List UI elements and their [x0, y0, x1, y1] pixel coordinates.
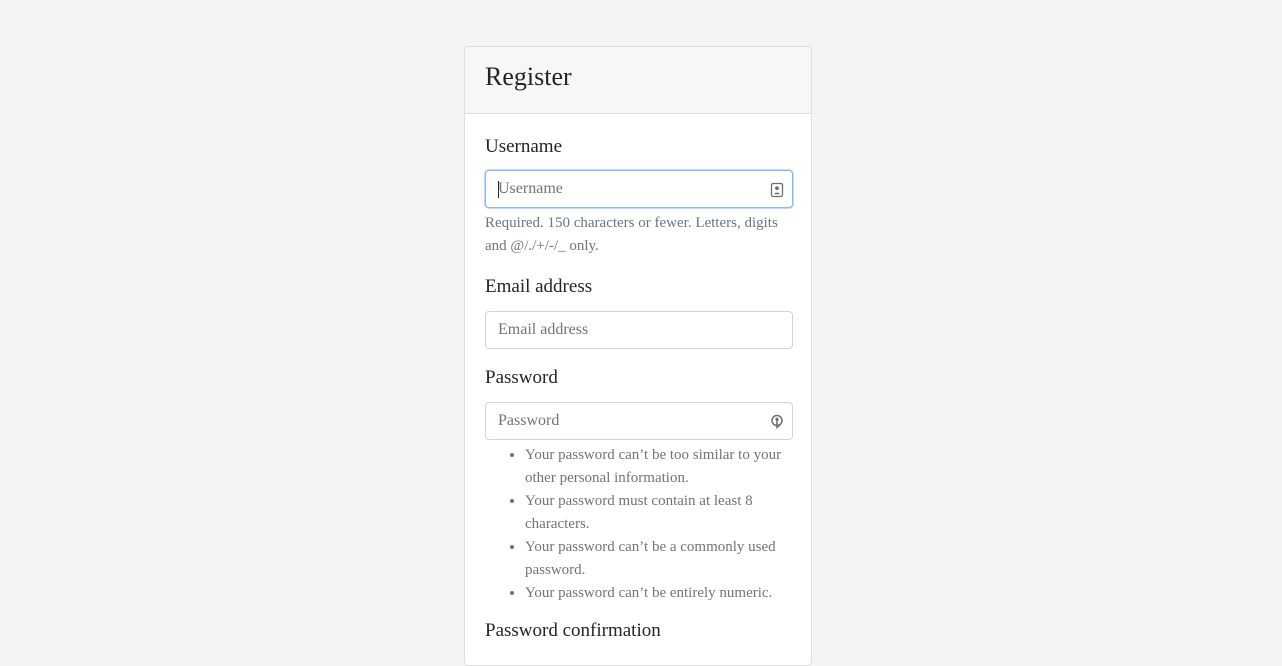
password-confirmation-label: Password confirmation [485, 620, 661, 641]
card-header: Register [465, 47, 811, 114]
password-label: Password [485, 367, 558, 388]
password-rule: Your password can’t be a commonly used p… [525, 536, 795, 582]
password-input[interactable] [486, 403, 792, 439]
key-icon[interactable] [770, 414, 784, 430]
password-field[interactable] [485, 402, 793, 440]
password-rule: Your password can’t be entirely numeric. [525, 582, 795, 605]
username-label: Username [485, 136, 563, 157]
password-rules-list: Your password can’t be too similar to yo… [485, 444, 795, 605]
email-field[interactable] [485, 311, 793, 349]
text-cursor [498, 181, 499, 198]
password-rule: Your password must contain at least 8 ch… [525, 490, 795, 536]
email-input[interactable] [486, 312, 792, 348]
password-rule: Your password can’t be too similar to yo… [525, 444, 795, 490]
contact-card-icon[interactable] [770, 182, 784, 198]
username-field[interactable] [485, 170, 793, 208]
email-label: Email address [485, 276, 593, 297]
username-help-text: Required. 150 characters or fewer. Lette… [485, 215, 778, 254]
register-card: Register Username Required. 150 characte… [464, 46, 812, 666]
username-input[interactable] [486, 171, 792, 207]
page-title: Register [485, 62, 572, 91]
